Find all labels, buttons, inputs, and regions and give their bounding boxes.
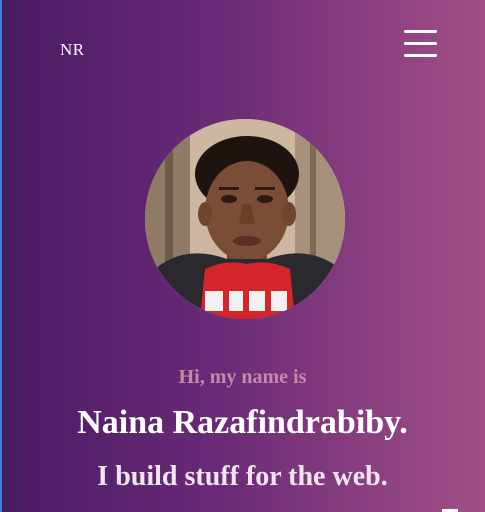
hero-tagline: I build stuff for the web.	[97, 461, 388, 492]
hero-name: Naina Razafindrabiby.	[77, 404, 408, 441]
menu-bar-top	[404, 30, 437, 33]
hamburger-menu-icon[interactable]	[404, 30, 438, 58]
site-logo[interactable]: NR	[60, 40, 85, 60]
menu-bar-middle	[404, 42, 437, 45]
menu-bar-bottom	[404, 54, 437, 57]
profile-photo	[145, 119, 345, 319]
hero-greeting: Hi, my name is	[178, 366, 307, 388]
site-header: NR	[0, 0, 485, 90]
avatar	[145, 119, 345, 319]
